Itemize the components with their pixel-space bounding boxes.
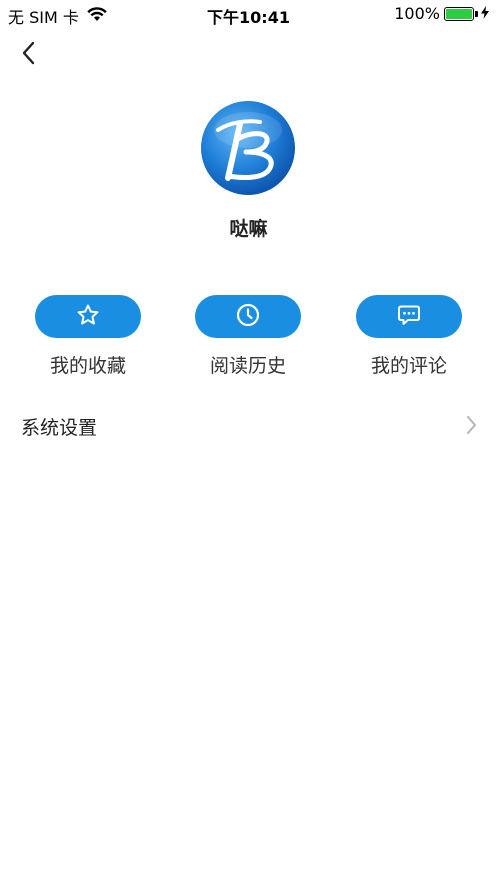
- action-comments[interactable]: 我的评论: [349, 295, 469, 378]
- back-button[interactable]: [14, 40, 44, 70]
- chevron-left-icon: [21, 41, 37, 69]
- action-favorites[interactable]: 我的收藏: [28, 295, 148, 378]
- username: 哒嘛: [229, 218, 268, 240]
- clock-icon: [236, 303, 260, 331]
- favorites-button[interactable]: [35, 295, 141, 338]
- avatar[interactable]: [200, 100, 296, 196]
- battery-cap: [475, 10, 478, 17]
- battery-fill: [446, 8, 472, 19]
- battery-percent: 100%: [394, 4, 440, 23]
- logo-b-icon: [201, 101, 295, 195]
- comments-label: 我的评论: [370, 355, 447, 377]
- battery-icon: [444, 6, 474, 21]
- action-history[interactable]: 阅读历史: [188, 295, 308, 378]
- chat-bubble-icon: [397, 303, 421, 331]
- settings-row[interactable]: 系统设置: [0, 405, 497, 445]
- history-label: 阅读历史: [209, 355, 286, 377]
- favorites-label: 我的收藏: [49, 355, 126, 377]
- status-right: 100%: [394, 4, 489, 23]
- comments-button[interactable]: [356, 295, 462, 338]
- chevron-right-icon: [465, 415, 477, 439]
- status-bar: 无 SIM 卡 下午10:41 100%: [0, 0, 497, 28]
- history-button[interactable]: [195, 295, 301, 338]
- star-icon: [76, 303, 100, 331]
- settings-label: 系统设置: [21, 417, 98, 439]
- bolt-icon: [481, 4, 489, 23]
